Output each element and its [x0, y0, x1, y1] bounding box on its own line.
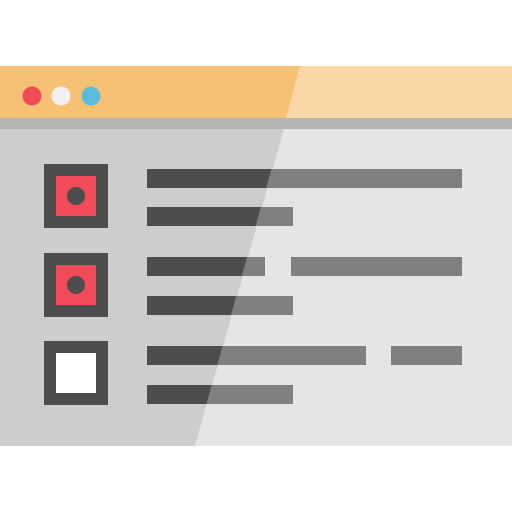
- text-placeholder-line: [147, 296, 293, 315]
- maximize-dot[interactable]: [81, 86, 101, 106]
- check-dot-icon: [67, 276, 85, 294]
- text-placeholder-line: [147, 257, 265, 276]
- window-graphic: [0, 66, 512, 446]
- text-placeholder-line: [147, 385, 293, 404]
- text-placeholder-line: [391, 346, 462, 365]
- text-placeholder-line: [291, 257, 462, 276]
- text-line-light: [291, 257, 462, 276]
- checklist-window-illustration: [0, 0, 512, 512]
- check-dot-icon: [67, 187, 85, 205]
- text-placeholder-line: [147, 346, 366, 365]
- window-controls: [22, 86, 101, 106]
- checked-checkbox[interactable]: [44, 164, 108, 228]
- title-bar: [0, 66, 512, 118]
- text-placeholder-line: [147, 207, 293, 226]
- text-line-light: [391, 346, 462, 365]
- unchecked-checkbox[interactable]: [44, 341, 108, 405]
- checked-checkbox[interactable]: [44, 253, 108, 317]
- checkbox-fill: [56, 353, 96, 393]
- title-bar-highlight: [286, 66, 512, 118]
- text-placeholder-line: [147, 169, 462, 188]
- minimize-dot[interactable]: [51, 86, 71, 106]
- close-dot[interactable]: [22, 86, 42, 106]
- title-divider: [0, 118, 512, 129]
